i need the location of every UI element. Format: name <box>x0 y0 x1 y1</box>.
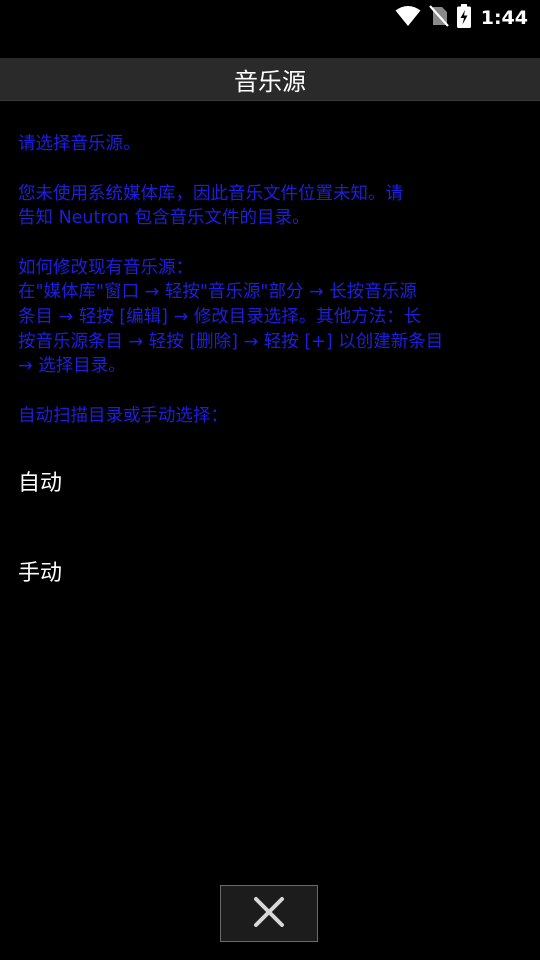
status-bar: 1:44 <box>0 0 540 36</box>
wifi-icon <box>395 5 421 31</box>
dialog-message: 请选择音乐源。 您未使用系统媒体库，因此音乐文件位置未知。请 告知 Neutro… <box>18 132 513 428</box>
close-button[interactable] <box>220 885 318 942</box>
option-auto-button[interactable]: 自动 <box>18 465 62 497</box>
no-sim-icon <box>428 5 449 31</box>
message-choose-mode: 自动扫描目录或手动选择： <box>18 405 228 426</box>
message-library-info: 您未使用系统媒体库，因此音乐文件位置未知。请 告知 Neutron 包含音乐文件… <box>18 183 403 229</box>
message-how-to-modify: 如何修改现有音乐源： 在"媒体库"窗口 → 轻按"音乐源"部分 → 长按音乐源 … <box>18 257 444 377</box>
dialog-title-bar: 音乐源 <box>0 58 540 101</box>
close-icon <box>252 895 286 933</box>
option-manual-button[interactable]: 手动 <box>18 555 62 587</box>
message-prompt: 请选择音乐源。 <box>18 134 141 154</box>
status-time: 1:44 <box>480 7 528 29</box>
dialog-title: 音乐源 <box>234 67 306 96</box>
battery-charging-icon <box>456 4 471 32</box>
status-icons: 1:44 <box>395 4 528 32</box>
